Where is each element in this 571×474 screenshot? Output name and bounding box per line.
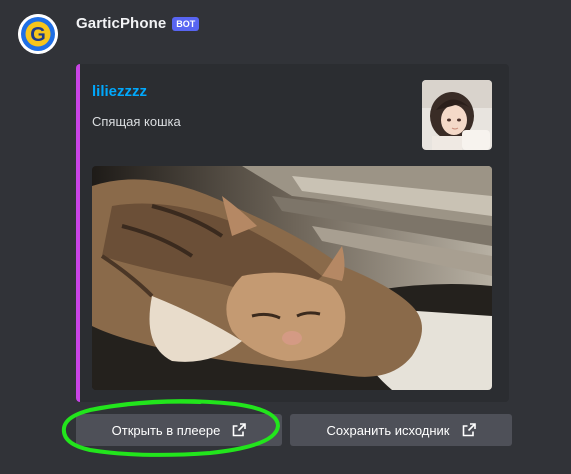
external-link-icon [462,423,476,437]
embed-main-image[interactable] [92,166,492,390]
save-source-label: Сохранить исходник [326,422,450,438]
username[interactable]: GarticPhone [76,15,166,32]
message-header: GarticPhone BOT [76,15,200,32]
embed-description: Спящая кошка [92,114,181,129]
external-link-icon [233,423,247,437]
anime-girl-thumbnail-image [422,80,492,150]
open-in-player-button[interactable]: Открыть в плеере [76,414,282,446]
message: G GarticPhone BOT liliezzzz Спящая кошка [0,0,571,474]
avatar[interactable]: G [18,14,58,54]
save-source-button[interactable]: Сохранить исходник [290,414,512,446]
open-in-player-label: Открыть в плеере [111,422,221,438]
embed: liliezzzz Спящая кошка [76,64,509,402]
embed-author[interactable]: liliezzzz [92,83,147,100]
svg-text:G: G [30,24,46,46]
embed-accent-bar [76,64,80,402]
bot-badge: BOT [172,16,200,31]
embed-thumbnail[interactable] [422,80,492,150]
sleeping-cat-drawing-image [92,166,492,390]
gartic-logo-icon: G [18,14,58,54]
action-buttons: Открыть в плеере Сохранить исходник [76,414,512,446]
